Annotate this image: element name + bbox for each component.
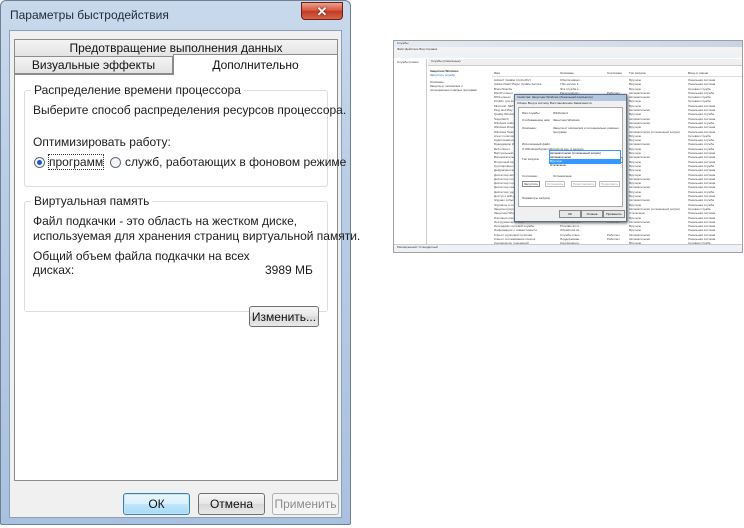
programs-radio-label[interactable]: программ: [47, 154, 105, 170]
services-tree: Службы (локал: [396, 59, 427, 249]
services-pane-header: Службы (локальные): [428, 59, 742, 66]
close-button[interactable]: ✕: [301, 2, 343, 20]
description-text: Защита от шпионских и потенциально опасн…: [430, 84, 477, 92]
cancel-button[interactable]: Отмена: [198, 493, 265, 515]
apply-button: Применить: [272, 493, 339, 515]
services-column-header: Тип запуска: [629, 71, 646, 75]
virtual-memory-legend: Виртуальная память: [31, 194, 153, 208]
dlg-description-value: Защита от шпионских и потенциально опасн…: [553, 126, 619, 134]
services-status-tabs: Расширенный / Стандартный: [394, 244, 742, 252]
window-title: Параметры быстродействия: [10, 8, 169, 22]
services-screenshot-thumbnail: Службы Файл Действие Вид Справка Службы …: [393, 40, 743, 253]
optimize-label: Оптимизировать работу:: [33, 135, 171, 149]
dlg-cancel-button: Отмена: [581, 210, 603, 218]
startup-type-option: Отключена: [550, 163, 566, 167]
programs-radio[interactable]: [34, 157, 45, 168]
display-name-value: Защитник Windows: [553, 118, 580, 122]
tab-visual-effects[interactable]: Визуальные эффекты: [14, 56, 173, 74]
ok-button[interactable]: ОК: [123, 493, 190, 515]
dlg-ok-button: ОК: [559, 210, 581, 218]
startup-type-dropdown-list: Автоматически (отложенный запуск) Автомат…: [549, 150, 621, 167]
status-label: Состояние:: [522, 174, 538, 178]
advanced-tab-panel: Распределение времени процессора Выберит…: [14, 74, 360, 481]
service-name-label: Имя службы:: [522, 111, 541, 115]
stop-button: Остановить: [545, 181, 566, 187]
services-toolbar: [394, 52, 742, 58]
processor-scheduling-description: Выберите способ распределения ресурсов п…: [33, 103, 347, 117]
start-params-label: Параметры запуска:: [522, 196, 551, 200]
background-services-radio-label[interactable]: служб, работающих в фоновом режиме: [125, 155, 346, 169]
change-virtual-memory-button[interactable]: Изменить...: [249, 306, 319, 327]
close-icon: ✕: [316, 3, 328, 19]
service-description-pane: Защитник Windows Запустить службу Описан…: [430, 69, 482, 92]
dlg-description-label: Описание:: [522, 126, 537, 130]
dlg-apply-button: Применить: [603, 210, 625, 218]
title-bar: Параметры быстродействия ✕: [1, 1, 350, 27]
services-column-header: Имя: [494, 71, 500, 75]
resume-button: Продолжить: [599, 181, 621, 187]
start-button: Запустить: [522, 181, 541, 187]
tree-item-services-local: Службы (локал: [397, 60, 419, 64]
services-column-headers: Имя Описание Состояние Тип запуска Вход от и…: [492, 71, 742, 77]
background-services-radio[interactable]: [110, 157, 121, 168]
performance-options-window: Параметры быстродействия ✕ Предотвращени…: [0, 0, 360, 525]
display-name-label: Отображаемое имя:: [522, 118, 551, 122]
paging-file-description-line1: Файл подкачки - это область на жестком д…: [33, 214, 298, 228]
start-service-link: Запустить службу: [430, 73, 455, 77]
processor-scheduling-group: Распределение времени процессора Выберит…: [24, 83, 346, 187]
tab-advanced[interactable]: Дополнительно: [173, 54, 338, 75]
pause-button: Приостановить: [571, 181, 597, 187]
total-paging-size-label-line1: Общий объем файла подкачки на всех: [33, 249, 250, 263]
paging-file-description-line2: используемая для хранения страниц виртуа…: [33, 229, 361, 243]
service-name-value: WinDefend: [553, 111, 568, 115]
total-paging-size-value: 3989 МБ: [265, 263, 313, 277]
services-column-header: Вход от имени: [688, 71, 709, 75]
status-value: Остановлена: [553, 174, 572, 178]
virtual-memory-group: Виртуальная память Файл подкачки - это о…: [24, 194, 360, 312]
services-column-header: Описание: [560, 71, 574, 75]
processor-scheduling-legend: Распределение времени процессора: [31, 83, 244, 97]
dialog-client-area: Предотвращение выполнения данных Визуаль…: [9, 30, 360, 518]
total-paging-size-label-line2: дисках:: [33, 263, 75, 277]
exe-label: Исполняемый файл:: [522, 142, 551, 146]
service-properties-dialog: Свойства: Защитник Windows (Локальный ко…: [514, 94, 627, 222]
startup-type-label: Тип запуска:: [522, 157, 540, 161]
services-column-header: Состояние: [607, 71, 622, 75]
